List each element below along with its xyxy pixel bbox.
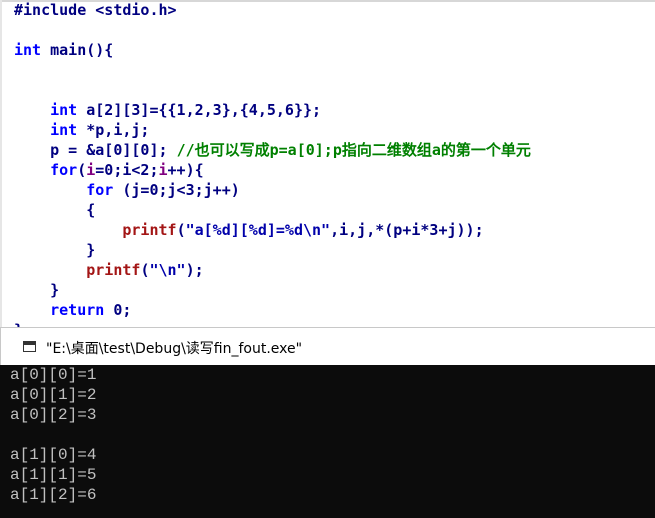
code-token: 0; (104, 301, 132, 319)
code-line: printf("\n"); (14, 260, 531, 280)
code-line: return 0; (14, 300, 531, 320)
code-token: =0;i<2; (95, 161, 159, 179)
code-line: printf("a[%d][%d]=%d\n",i,j,*(p+i*3+j)); (14, 220, 531, 240)
console-output-line (10, 425, 655, 445)
code-token: } (14, 241, 96, 259)
editor-gutter (0, 0, 2, 327)
console-output-line: a[0][1]=2 (10, 386, 97, 404)
code-token: *p,i,j; (77, 121, 150, 139)
code-token: ); (185, 261, 204, 279)
code-token: for (50, 161, 78, 179)
code-token: ++){ (167, 161, 204, 179)
console-output-line: a[0][2]=3 (10, 406, 97, 424)
code-token: int (14, 41, 42, 59)
code-token: } (14, 281, 60, 299)
code-token: i (158, 161, 168, 179)
code-line: } (14, 280, 531, 300)
console-output[interactable]: a[0][0]=1 a[0][1]=2 a[0][2]=3 a[1][0]=4 a[1]… (0, 365, 655, 518)
code-token: a[2][3]={{1,2,3},{4,5,6}}; (77, 101, 322, 119)
code-token: ( (176, 221, 186, 239)
code-line: } (14, 240, 531, 260)
console-window[interactable]: "E:\桌面\test\Debug\读写fin_fout.exe" a[0][0… (0, 327, 655, 518)
code-token: { (14, 201, 96, 219)
code-token: i (86, 161, 96, 179)
code-token: (j=0;j<3;j++) (113, 181, 240, 199)
code-line: } (14, 320, 531, 327)
code-token: "a[%d][%d]=%d\n" (185, 221, 331, 239)
code-token: printf (122, 221, 177, 239)
code-content[interactable]: #include <stdio.h> int main(){ int a[2][3… (14, 0, 531, 327)
code-token: for (86, 181, 114, 199)
code-token: "\n" (149, 261, 186, 279)
code-token: ( (77, 161, 87, 179)
code-editor[interactable]: #include <stdio.h> int main(){ int a[2][3… (0, 0, 655, 327)
code-token: main(){ (41, 41, 114, 59)
code-token: ,i,j,*(p+i*3+j)); (330, 221, 484, 239)
code-token: int (50, 101, 78, 119)
console-output-line: a[0][0]=1 (10, 366, 97, 384)
code-line: for (j=0;j<3;j++) (14, 180, 531, 200)
console-output-line: a[1][0]=4 (10, 446, 97, 464)
code-token: #include <stdio.h> (14, 1, 177, 19)
code-token: p = &a[0][0]; (14, 141, 177, 159)
code-line: int a[2][3]={{1,2,3},{4,5,6}}; (14, 100, 531, 120)
console-title: "E:\桌面\test\Debug\读写fin_fout.exe" (46, 341, 303, 357)
code-token: return (50, 301, 105, 319)
code-token: int (50, 121, 78, 139)
console-titlebar[interactable]: "E:\桌面\test\Debug\读写fin_fout.exe" (0, 327, 655, 365)
code-line: { (14, 200, 531, 220)
code-line: #include <stdio.h> (14, 0, 531, 20)
code-line: for(i=0;i<2;i++){ (14, 160, 531, 180)
code-line: int main(){ (14, 40, 531, 60)
code-line: p = &a[0][0]; //也可以写成p=a[0];p指向二维数组a的第一个… (14, 140, 531, 160)
code-token: //也可以写成p=a[0];p指向二维数组a的第一个单元 (176, 141, 531, 159)
console-output-line: a[1][2]=6 (10, 486, 97, 504)
code-line: int *p,i,j; (14, 120, 531, 140)
console-output-line: a[1][1]=5 (10, 466, 97, 484)
code-token: printf (86, 261, 141, 279)
console-app-icon (23, 341, 36, 352)
